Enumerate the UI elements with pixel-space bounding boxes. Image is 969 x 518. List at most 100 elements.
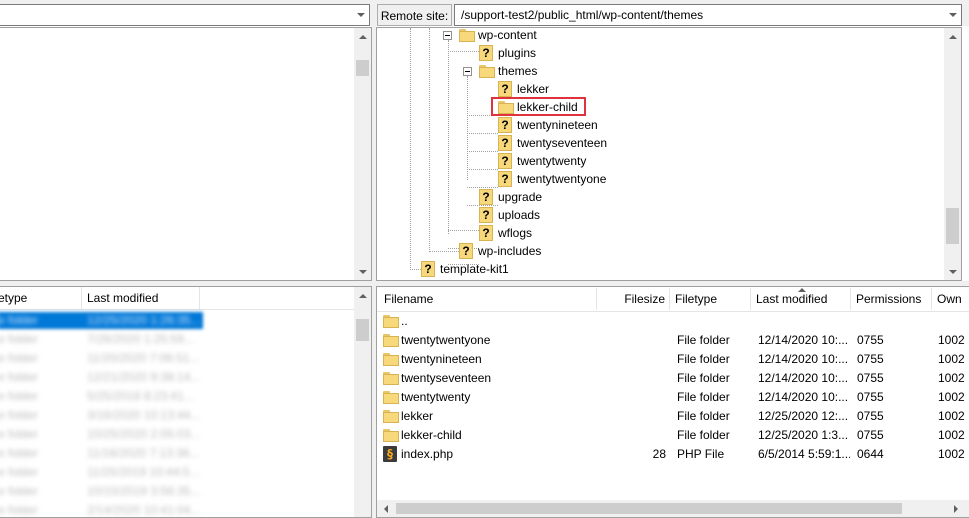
local-list-scrollbar[interactable] xyxy=(354,287,371,517)
cell-filetype: e folder xyxy=(0,427,39,441)
table-row[interactable]: lekker-child File folder 12/25/2020 1:3...… xyxy=(377,426,969,445)
scroll-right-icon[interactable] xyxy=(947,500,964,517)
chevron-down-icon[interactable] xyxy=(352,5,369,25)
tree-node-wflogs[interactable]: ? wflogs xyxy=(377,224,937,242)
remote-site-label: Remote site: xyxy=(377,4,452,26)
tree-node-lekker[interactable]: ? lekker xyxy=(377,80,937,98)
tree-node-plugins[interactable]: ? plugins xyxy=(377,44,937,62)
scroll-down-icon[interactable] xyxy=(354,263,371,280)
tree-node-lekker-child[interactable]: lekker-child xyxy=(377,97,937,116)
table-row[interactable]: e folder 11/25/2019 10:44:5... xyxy=(0,463,354,482)
table-row[interactable]: e folder 5/25/2018 8:23:41... xyxy=(0,387,354,406)
column-header-filename[interactable]: Filename xyxy=(379,288,597,310)
table-row[interactable]: twentytwentyone File folder 12/14/2020 10:… xyxy=(377,331,969,350)
tree-node-twentytwenty[interactable]: ? twentytwenty xyxy=(377,152,937,170)
scroll-up-icon[interactable] xyxy=(354,287,371,304)
local-tree-panel[interactable] xyxy=(0,27,372,281)
scroll-left-icon[interactable] xyxy=(377,500,394,517)
local-path-combobox[interactable] xyxy=(0,4,370,26)
local-tree-scrollbar[interactable] xyxy=(354,28,371,280)
scroll-down-icon[interactable] xyxy=(944,263,961,280)
tree-node-label[interactable]: themes xyxy=(498,62,537,80)
tree-node-label[interactable]: twentynineteen xyxy=(517,116,598,134)
cell-name: twentyseventeen xyxy=(401,371,492,385)
scroll-up-icon[interactable] xyxy=(944,28,961,45)
cell-owner: 1002 xyxy=(938,352,965,366)
tree-node-label[interactable]: lekker xyxy=(517,80,549,98)
cell-size: 28 xyxy=(652,447,666,461)
tree-node-label[interactable]: upgrade xyxy=(498,188,542,206)
table-row[interactable]: e folder 10/10/2019 3:56:35... xyxy=(0,482,354,501)
scroll-up-icon[interactable] xyxy=(354,28,371,45)
tree-node-twentyseventeen[interactable]: ? twentyseventeen xyxy=(377,134,937,152)
table-row[interactable]: e folder 11/20/2020 7:06:51... xyxy=(0,349,354,368)
folder-open-icon xyxy=(479,65,495,78)
table-row[interactable]: e folder 12/21/2020 9:38:14... xyxy=(0,368,354,387)
table-row[interactable]: e folder 10/25/2020 2:05:03... xyxy=(0,425,354,444)
folder-icon xyxy=(383,372,399,385)
remote-tree[interactable]: wp-content? plugins themes? lekker lekker-ch… xyxy=(377,28,945,280)
column-header-filesize[interactable]: Filesize xyxy=(597,288,670,310)
tree-node-label[interactable]: twentytwentyone xyxy=(517,170,606,188)
column-header-permissions[interactable]: Permissions xyxy=(851,288,932,310)
cell-last-modified: 12/21/2020 9:38:14... xyxy=(87,370,201,384)
tree-node-label[interactable]: wp-includes xyxy=(478,242,541,260)
cell-type: PHP File xyxy=(677,447,725,461)
tree-node-label[interactable]: wp-content xyxy=(478,28,537,44)
tree-node-wp-includes[interactable]: ? wp-includes xyxy=(377,242,937,260)
cell-modified: 12/14/2020 10:... xyxy=(758,371,849,385)
table-row[interactable]: twentynineteen File folder 12/14/2020 10:.… xyxy=(377,350,969,369)
tree-node-uploads[interactable]: ? uploads xyxy=(377,206,937,224)
column-header-filetype[interactable]: Filetype xyxy=(670,288,751,310)
tree-node-label[interactable]: twentytwenty xyxy=(517,152,586,170)
table-row[interactable]: e folder 11/16/2020 7:13:36... xyxy=(0,444,354,463)
unknown-folder-icon: ? xyxy=(479,189,493,205)
cell-perms: 0755 xyxy=(857,428,884,442)
tree-node-label[interactable]: template-kit1 xyxy=(440,260,509,278)
cell-type: File folder xyxy=(677,371,730,385)
remote-path-combobox[interactable]: /support-test2/public_html/wp-content/th… xyxy=(454,4,962,26)
tree-collapse-icon[interactable] xyxy=(443,31,452,40)
scroll-thumb[interactable] xyxy=(946,208,959,244)
tree-node-label[interactable]: twentyseventeen xyxy=(517,134,607,152)
cell-owner: 1002 xyxy=(938,390,965,404)
remote-file-list[interactable]: Filename Filesize Filetype Last modified… xyxy=(376,286,969,518)
tree-collapse-icon[interactable] xyxy=(463,67,472,76)
tree-node-upgrade[interactable]: ? upgrade xyxy=(377,188,937,206)
column-header-filetype[interactable]: etype xyxy=(0,287,82,309)
scroll-thumb[interactable] xyxy=(396,503,902,514)
remote-list-hscrollbar[interactable] xyxy=(377,500,969,517)
tree-node-twentytwentyone[interactable]: ? twentytwentyone xyxy=(377,170,937,188)
scroll-thumb[interactable] xyxy=(356,319,369,341)
scroll-thumb[interactable] xyxy=(356,60,369,76)
table-row[interactable]: e folder 3/16/2020 10:13:44... xyxy=(0,406,354,425)
tree-node-label[interactable]: uploads xyxy=(498,206,540,224)
table-row[interactable]: .. xyxy=(377,312,969,331)
table-row[interactable]: e folder 2/14/2020 10:41:04... xyxy=(0,501,354,517)
remote-path-text[interactable]: /support-test2/public_html/wp-content/th… xyxy=(461,5,703,25)
remote-tree-scrollbar[interactable] xyxy=(944,28,961,280)
tree-node-template-kit1[interactable]: ? template-kit1 xyxy=(377,260,937,278)
cell-perms: 0755 xyxy=(857,352,884,366)
tree-node-label[interactable]: plugins xyxy=(498,44,536,62)
table-row[interactable]: § index.php 28 PHP File 6/5/2014 5:59:1... 06… xyxy=(377,445,969,464)
table-row[interactable]: lekker File folder 12/25/2020 12:... 0755 10… xyxy=(377,407,969,426)
cell-last-modified: 11/20/2020 7:06:51... xyxy=(87,351,200,365)
chevron-down-icon[interactable] xyxy=(944,5,961,25)
column-header-last-modified[interactable]: Last modified xyxy=(82,287,200,309)
cell-last-modified: 10/10/2019 3:56:35... xyxy=(87,484,201,498)
folder-open-icon xyxy=(459,29,475,42)
tree-node-themes[interactable]: themes xyxy=(377,62,937,80)
cell-modified: 12/25/2020 1:3... xyxy=(758,428,849,442)
local-file-list[interactable]: etype Last modified e folder 12/25/2020 1… xyxy=(0,286,372,518)
tree-node-label[interactable]: wflogs xyxy=(498,224,532,242)
table-row[interactable]: twentyseventeen File folder 12/14/2020 10:… xyxy=(377,369,969,388)
tree-node-wp-content[interactable]: wp-content xyxy=(377,28,937,44)
unknown-folder-icon: ? xyxy=(498,117,512,133)
table-row[interactable]: e folder 12/25/2020 1:26:35... xyxy=(0,311,354,330)
table-row[interactable]: twentytwenty File folder 12/14/2020 10:...… xyxy=(377,388,969,407)
tree-node-twentynineteen[interactable]: ? twentynineteen xyxy=(377,116,937,134)
column-header-owner[interactable]: Own xyxy=(932,288,969,310)
remote-tree-panel[interactable]: wp-content? plugins themes? lekker lekker-ch… xyxy=(376,27,962,281)
table-row[interactable]: e folder 7/26/2020 1:25:59... xyxy=(0,330,354,349)
